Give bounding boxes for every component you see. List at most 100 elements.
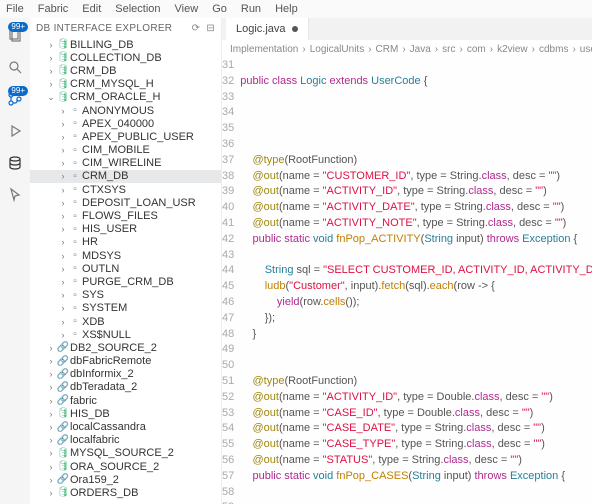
link-icon: 🔗 (56, 395, 70, 406)
code-line: @out(name = "ACTIVITY_NOTE", type = Stri… (240, 216, 592, 232)
breadcrumb-item[interactable]: LogicalUnits (310, 44, 364, 55)
breadcrumb[interactable]: Implementation›LogicalUnits›CRM›Java›src… (222, 40, 592, 58)
chevron-icon: › (58, 264, 68, 274)
database-icon[interactable] (4, 152, 26, 174)
line-number: 32 (222, 74, 234, 90)
tree-item-ora-source-2[interactable]: ›🛢ORA_SOURCE_2 (30, 460, 221, 473)
tree-item-fabric[interactable]: ›🔗fabric (30, 394, 221, 407)
tree-item-xs-null[interactable]: ›▫XS$NULL (30, 328, 221, 341)
menu-run[interactable]: Run (241, 3, 261, 15)
code-line (240, 90, 592, 106)
db-icon: 🛢 (56, 487, 70, 498)
tree-item-orders-db[interactable]: ›🛢ORDERS_DB (30, 486, 221, 499)
tree-item-localcassandra[interactable]: ›🔗localCassandra (30, 420, 221, 433)
menu-view[interactable]: View (175, 3, 199, 15)
tree-label: CIM_WIRELINE (82, 157, 161, 169)
line-number: 36 (222, 137, 234, 153)
tree-label: CRM_ORACLE_H (70, 91, 160, 103)
line-number: 49 (222, 342, 234, 358)
line-number: 45 (222, 279, 234, 295)
tree-item-cim-mobile[interactable]: ›▫CIM_MOBILE (30, 144, 221, 157)
code-line: } (240, 327, 592, 343)
line-number: 46 (222, 295, 234, 311)
tree-item-hr[interactable]: ›▫HR (30, 236, 221, 249)
collapse-icon[interactable]: ⊟ (206, 23, 215, 34)
menu-file[interactable]: File (6, 3, 24, 15)
refresh-icon[interactable]: ⟳ (192, 23, 201, 34)
breadcrumb-item[interactable]: usercode (580, 44, 592, 55)
code-line: @out(name = "ACTIVITY_DATE", type = Stri… (240, 200, 592, 216)
tree-item-ora159-2[interactable]: ›🔗Ora159_2 (30, 473, 221, 486)
tree-item-sys[interactable]: ›▫SYS (30, 289, 221, 302)
tree-item-dbteradata-2[interactable]: ›🔗dbTeradata_2 (30, 381, 221, 394)
chevron-icon: › (58, 303, 68, 313)
tree-item-db2-source-2[interactable]: ›🔗DB2_SOURCE_2 (30, 341, 221, 354)
debug-icon[interactable] (4, 120, 26, 142)
folder-icon: ▫ (68, 131, 82, 142)
sidebar-title: DB INTERFACE EXPLORER (36, 23, 172, 34)
tree-item-his-user[interactable]: ›▫HIS_USER (30, 223, 221, 236)
tree-item-cim-wireline[interactable]: ›▫CIM_WIRELINE (30, 157, 221, 170)
code-line: String sql = "SELECT CUSTOMER_ID, ACTIVI… (240, 263, 592, 279)
tree-label: CTXSYS (82, 184, 126, 196)
code-line (240, 105, 592, 121)
tree-item-purge-crm-db[interactable]: ›▫PURGE_CRM_DB (30, 275, 221, 288)
tree-item-anonymous[interactable]: ›▫ANONYMOUS (30, 104, 221, 117)
tree-item-deposit-loan-usr[interactable]: ›▫DEPOSIT_LOAN_USR (30, 196, 221, 209)
cursor-icon[interactable] (4, 184, 26, 206)
tree-label: DB2_SOURCE_2 (70, 342, 157, 354)
line-number: 53 (222, 406, 234, 422)
breadcrumb-item[interactable]: k2view (497, 44, 528, 55)
menu-fabric[interactable]: Fabric (38, 3, 69, 15)
tree-item-xdb[interactable]: ›▫XDB (30, 315, 221, 328)
line-number: 52 (222, 390, 234, 406)
tree-item-crm-mysql-h[interactable]: ›🛢CRM_MYSQL_H (30, 78, 221, 91)
chevron-icon: › (58, 277, 68, 287)
scm-badge: 99+ (8, 86, 28, 96)
tree-item-apex-040000[interactable]: ›▫APEX_040000 (30, 117, 221, 130)
tree-item-his-db[interactable]: ›🛢HIS_DB (30, 407, 221, 420)
tree-item-system[interactable]: ›▫SYSTEM (30, 302, 221, 315)
code-editor[interactable]: 3132333435363738394041424344454647484950… (222, 58, 592, 504)
menu-go[interactable]: Go (212, 3, 227, 15)
breadcrumb-item[interactable]: cdbms (539, 44, 568, 55)
menu-edit[interactable]: Edit (82, 3, 101, 15)
menu-selection[interactable]: Selection (115, 3, 160, 15)
tree-item-collection-db[interactable]: ›🛢COLLECTION_DB (30, 51, 221, 64)
chevron-icon: › (58, 211, 68, 221)
search-icon[interactable] (4, 56, 26, 78)
tree-item-crm-db[interactable]: ›▫CRM_DB (30, 170, 221, 183)
breadcrumb-item[interactable]: CRM (376, 44, 399, 55)
source-control-icon[interactable]: 99+ (4, 88, 26, 110)
link-icon: 🔗 (56, 422, 70, 433)
breadcrumb-item[interactable]: src (442, 44, 455, 55)
tree-item-crm-db[interactable]: ›🛢CRM_DB (30, 64, 221, 77)
activity-bar: 99+ 99+ (0, 18, 30, 504)
folder-icon: ▫ (68, 211, 82, 222)
breadcrumb-item[interactable]: Implementation (230, 44, 298, 55)
tree-item-mysql-source-2[interactable]: ›🛢MYSQL_SOURCE_2 (30, 447, 221, 460)
sidebar-header: DB INTERFACE EXPLORER ⟳ ⊟ (30, 18, 221, 38)
tree-item-apex-public-user[interactable]: ›▫APEX_PUBLIC_USER (30, 130, 221, 143)
tree-item-flows-files[interactable]: ›▫FLOWS_FILES (30, 209, 221, 222)
tree-item-billing-db[interactable]: ›🛢BILLING_DB (30, 38, 221, 51)
tree-item-ctxsys[interactable]: ›▫CTXSYS (30, 183, 221, 196)
menu-help[interactable]: Help (275, 3, 298, 15)
tree-label: SYS (82, 289, 104, 301)
breadcrumb-item[interactable]: Java (410, 44, 431, 55)
breadcrumb-item[interactable]: com (467, 44, 486, 55)
tree-item-crm-oracle-h[interactable]: ⌄🛢CRM_ORACLE_H (30, 91, 221, 104)
files-icon[interactable]: 99+ (4, 24, 26, 46)
tree-item-outln[interactable]: ›▫OUTLN (30, 262, 221, 275)
tree-item-dbfabricremote[interactable]: ›🔗dbFabricRemote (30, 355, 221, 368)
code-line: ludb("Customer", input).fetch(sql).each(… (240, 279, 592, 295)
chevron-icon: › (46, 409, 56, 419)
code-line: @out(name = "CASE_DATE", type = String.c… (240, 421, 592, 437)
tree-item-localfabric[interactable]: ›🔗localfabric (30, 434, 221, 447)
tree-item-mdsys[interactable]: ›▫MDSYS (30, 249, 221, 262)
chevron-icon: › (58, 290, 68, 300)
link-icon: 🔗 (56, 382, 70, 393)
tab-logic-java[interactable]: Logic.java (226, 18, 309, 40)
tree-item-dbinformix-2[interactable]: ›🔗dbInformix_2 (30, 368, 221, 381)
code-line: }); (240, 311, 592, 327)
